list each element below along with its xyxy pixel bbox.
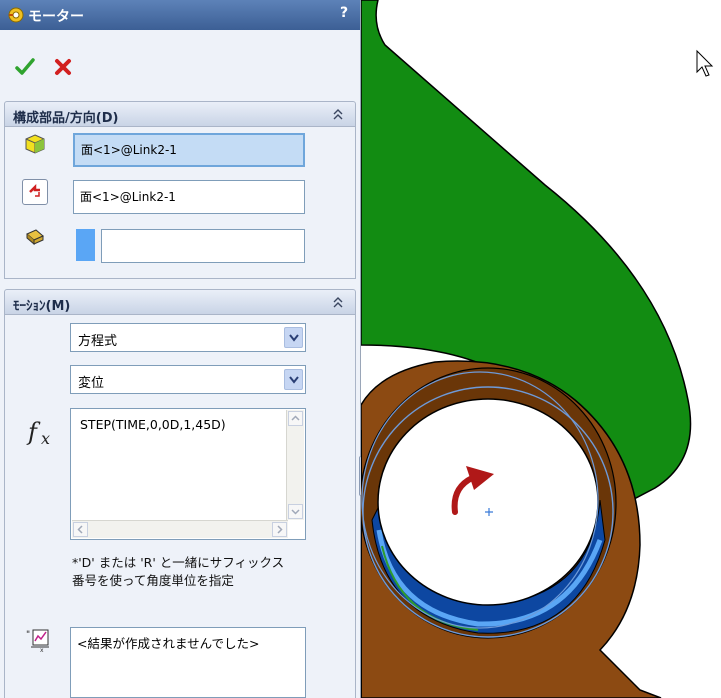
selection-color-swatch xyxy=(76,229,95,261)
horizontal-scrollbar[interactable] xyxy=(72,520,288,538)
checkmark-icon xyxy=(15,58,35,75)
help-button[interactable]: ? xyxy=(335,5,353,23)
graph-icon[interactable]: " x xyxy=(26,628,52,652)
reverse-direction-button[interactable] xyxy=(22,179,48,205)
motion-variable-value: 変位 xyxy=(78,376,105,391)
scroll-left-button[interactable] xyxy=(73,522,88,537)
fx-icon: f x xyxy=(26,418,50,448)
direction-arrow-icon xyxy=(29,183,40,197)
motor-icon xyxy=(8,7,24,23)
components-section-header[interactable]: 構成部品/方向(D) xyxy=(4,101,356,127)
title-bar: モーター ? xyxy=(0,0,360,30)
x-icon xyxy=(55,59,71,75)
relative-move-icon xyxy=(26,229,44,246)
svg-text:x: x xyxy=(41,429,50,448)
component-face-field[interactable]: 面<1>@Link2-1 xyxy=(73,133,305,167)
collapse-icon[interactable] xyxy=(331,294,345,310)
direction-face-field[interactable]: 面<1>@Link2-1 xyxy=(73,180,305,214)
scroll-down-button[interactable] xyxy=(288,504,303,519)
graphics-viewport[interactable] xyxy=(361,0,721,698)
components-section-body: 面<1>@Link2-1 面<1>@Link2-1 xyxy=(4,127,356,279)
relative-component-field[interactable] xyxy=(101,229,305,263)
note-line-2: 番号を使って角度単位を指定 xyxy=(72,573,234,588)
motion-section-label: ﾓｰｼｮﾝ(M) xyxy=(13,299,71,314)
vertical-scrollbar[interactable] xyxy=(286,410,304,520)
motion-type-select[interactable]: 方程式 xyxy=(70,323,306,352)
cancel-button[interactable] xyxy=(52,56,74,78)
collapse-icon[interactable] xyxy=(331,106,345,122)
svg-text:f: f xyxy=(26,418,41,446)
motion-section-header[interactable]: ﾓｰｼｮﾝ(M) xyxy=(4,289,356,315)
property-manager-panel: モーター ? 構成部品/方向(D) 面<1>@Link2-1 面<1>@Link… xyxy=(0,0,361,698)
panel-title: モーター xyxy=(28,9,84,25)
results-field[interactable]: <結果が作成されませんでした> xyxy=(70,627,306,698)
model-view[interactable] xyxy=(361,0,721,698)
svg-text:x: x xyxy=(40,647,44,652)
scroll-right-button[interactable] xyxy=(272,522,287,537)
expression-editor[interactable]: STEP(TIME,0,0D,1,45D) xyxy=(70,408,306,540)
components-section-label: 構成部品/方向(D) xyxy=(13,111,119,126)
note-line-1: *'D' または 'R' と一緒にサフィックス xyxy=(72,555,285,570)
motion-variable-select[interactable]: 変位 xyxy=(70,365,306,394)
expression-text: STEP(TIME,0,0D,1,45D) xyxy=(80,417,226,432)
cube-icon xyxy=(25,134,45,154)
dropdown-arrow-icon[interactable] xyxy=(284,369,303,390)
ok-button[interactable] xyxy=(14,56,36,78)
scroll-up-button[interactable] xyxy=(288,411,303,426)
dropdown-arrow-icon[interactable] xyxy=(284,327,303,348)
motion-type-value: 方程式 xyxy=(78,334,118,349)
svg-text:": " xyxy=(26,630,30,640)
angle-unit-note: *'D' または 'R' と一緒にサフィックス 番号を使って角度単位を指定 xyxy=(72,554,332,590)
mouse-cursor-icon xyxy=(696,49,714,77)
